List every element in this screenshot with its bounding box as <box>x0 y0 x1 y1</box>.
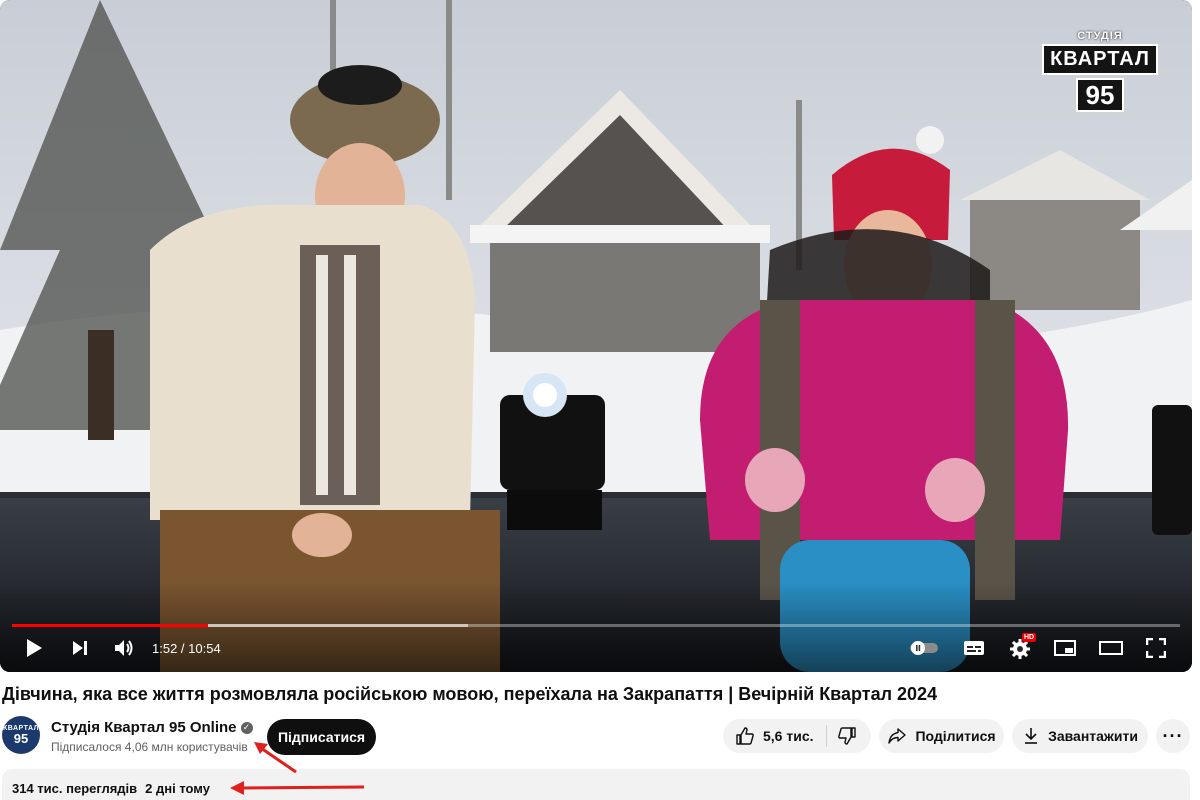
miniplayer-icon <box>1054 640 1076 656</box>
download-label: Завантажити <box>1048 728 1138 744</box>
autoplay-toggle-icon <box>910 641 938 655</box>
like-count: 5,6 тис. <box>763 728 814 744</box>
theater-mode-button[interactable] <box>1096 634 1126 662</box>
like-dislike-group: 5,6 тис. <box>723 719 871 753</box>
share-button[interactable]: Поділитися <box>879 719 1004 753</box>
like-button[interactable]: 5,6 тис. <box>723 719 814 753</box>
upload-date: 2 дні тому <box>145 781 210 796</box>
video-meta: 314 тис. переглядів 2 дні тому <box>12 781 210 796</box>
share-label: Поділитися <box>915 728 996 744</box>
more-actions-button[interactable]: ··· <box>1156 719 1190 753</box>
avatar-number: 95 <box>13 731 29 746</box>
subscriber-count: Підписалося 4,06 млн користувачів <box>51 740 248 754</box>
progress-bar[interactable] <box>12 624 1180 627</box>
view-count: 314 тис. переглядів <box>12 781 138 796</box>
fullscreen-button[interactable] <box>1142 634 1170 662</box>
thumbs-down-icon <box>837 727 856 745</box>
verified-badge-icon: ✓ <box>240 721 253 734</box>
play-icon <box>27 639 42 657</box>
subtitles-icon <box>964 641 984 655</box>
download-button[interactable]: Завантажити <box>1012 719 1148 753</box>
progress-played <box>12 624 209 627</box>
video-title: Дівчина, яка все життя розмовляла російс… <box>2 684 938 704</box>
channel-name-link[interactable]: Студія Квартал 95 Online ✓ <box>51 719 253 736</box>
time-display: 1:52 / 10:54 <box>152 641 221 656</box>
logo-number: 95 <box>1075 78 1125 112</box>
subtitles-button[interactable] <box>960 634 988 662</box>
channel-avatar[interactable]: КВАРТАЛ 95 <box>2 716 40 754</box>
dislike-button[interactable] <box>827 719 867 753</box>
channel-name: Студія Квартал 95 Online <box>51 719 237 736</box>
thumbs-up-icon <box>736 727 754 745</box>
more-icon: ··· <box>1162 725 1184 746</box>
channel-watermark-logo: СТУДІЯ КВАРТАЛ 95 <box>1042 30 1158 122</box>
share-icon <box>888 728 907 744</box>
theater-icon <box>1099 641 1123 655</box>
settings-button[interactable]: HD <box>1004 633 1037 662</box>
video-player[interactable]: СТУДІЯ КВАРТАЛ 95 1:52 / 10:54 HD <box>0 0 1192 672</box>
volume-button[interactable] <box>110 634 138 662</box>
fullscreen-icon <box>1146 638 1166 658</box>
play-button[interactable] <box>20 634 48 662</box>
hd-badge: HD <box>1022 633 1037 642</box>
video-frame <box>0 0 1192 672</box>
logo-kvartal-text: КВАРТАЛ <box>1042 44 1158 75</box>
logo-studio-text: СТУДІЯ <box>1077 30 1123 42</box>
next-button[interactable] <box>66 634 94 662</box>
volume-icon <box>115 640 133 656</box>
next-icon <box>73 641 87 655</box>
miniplayer-button[interactable] <box>1050 634 1080 662</box>
download-icon <box>1025 728 1038 744</box>
autoplay-toggle[interactable] <box>906 634 942 662</box>
subscribe-button[interactable]: Підписатися <box>267 719 376 755</box>
